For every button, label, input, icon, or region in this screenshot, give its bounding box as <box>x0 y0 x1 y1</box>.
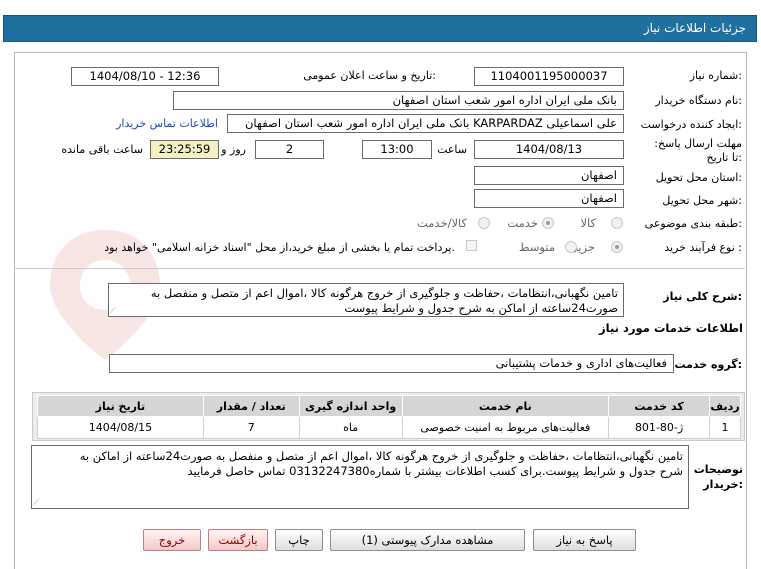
process-medium-radio[interactable] <box>565 241 577 253</box>
process-minor-radio[interactable] <box>611 241 623 253</box>
col-need-date: تاریخ نیاز <box>37 395 204 417</box>
province-field: اصفهان <box>474 166 624 185</box>
category-goods-service-label: کالا/خدمت <box>416 216 467 230</box>
days-label: روز و <box>221 143 246 156</box>
summary-textarea: تامین نگهبانی،انتظامات ،حفاظت و جلوگیری … <box>108 283 624 317</box>
process-medium-label: متوسط <box>518 240 555 254</box>
treasury-payment-note: پرداخت تمام یا بخشی از مبلغ خرید،از محل … <box>104 241 455 254</box>
deadline-date-field: 1404/08/13 <box>474 140 624 159</box>
buyer-field: بانک ملی ایران اداره امور شعب استان اصفه… <box>173 91 624 110</box>
view-attachments-button[interactable]: مشاهده مدارک پیوستی (1) <box>330 529 525 551</box>
deadline-label: مهلت ارسال پاسخ: تا تاریخ: <box>654 137 742 164</box>
city-field: اصفهان <box>474 189 624 208</box>
category-service-radio[interactable] <box>542 217 554 229</box>
buyer-notes-line-2: شرح جدول و شرایط پیوست.برای کسب اطلاعات … <box>187 464 683 478</box>
remaining-time-label: ساعت باقی مانده <box>61 143 143 156</box>
col-quantity: تعداد / مقدار <box>202 395 300 417</box>
table-row: 1 ژ-80-801 فعالیت‌های مربوط به امنیت خصو… <box>37 416 741 439</box>
city-label: شهر محل تحویل: <box>662 194 742 207</box>
divider <box>15 268 745 269</box>
cell-need-date: 1404/08/15 <box>37 416 204 439</box>
back-button[interactable]: بازگشت <box>208 529 268 551</box>
cell-unit: ماه <box>298 416 403 439</box>
cell-service-code: ژ-80-801 <box>608 416 711 439</box>
col-service-name: نام خدمت <box>401 395 610 417</box>
process-label: نوع فرآیند خرید : <box>664 241 742 254</box>
buyer-notes-textarea: تامین نگهبانی،انتظامات ،حفاظت و جلوگیری … <box>31 445 689 509</box>
province-label: استان محل تحویل: <box>655 171 742 184</box>
col-service-code: کد خدمت <box>608 395 711 417</box>
treasury-payment-checkbox[interactable] <box>466 240 477 251</box>
table-header-row: ردیف کد خدمت نام خدمت واحد اندازه گیری ت… <box>37 395 741 417</box>
cell-service-name: فعالیت‌های مربوط به امنیت خصوصی <box>401 416 610 439</box>
col-unit: واحد اندازه گیری <box>298 395 403 417</box>
page-title: جزئیات اطلاعات نیاز <box>643 21 746 35</box>
resize-grip-icon: ⟋ <box>33 498 39 507</box>
need-number-label: شماره نیاز: <box>689 69 742 82</box>
services-section-title: اطلاعات خدمات مورد نیاز <box>599 321 743 335</box>
header-bar: جزئیات اطلاعات نیاز <box>3 15 757 42</box>
service-group-field: فعالیت‌های اداری و خدمات پشتیبانی <box>109 354 674 373</box>
service-group-label: گروه خدمت: <box>674 358 742 371</box>
cell-quantity: 7 <box>202 416 300 439</box>
resize-grip-icon: ⟋ <box>110 306 116 315</box>
category-goods-label: کالا <box>580 216 596 230</box>
deadline-time-field: 13:00 <box>362 140 432 159</box>
page-header: جزئیات اطلاعات نیاز <box>0 0 761 44</box>
summary-label: شرح کلی نیاز: <box>663 290 742 303</box>
buyer-label: نام دستگاه خریدار: <box>655 94 742 107</box>
category-goods-service-radio[interactable] <box>478 217 490 229</box>
creator-field: علی اسماعیلی KARPARDAZ بانک ملی ایران اد… <box>227 114 624 133</box>
exit-button[interactable]: خروج <box>143 529 201 551</box>
category-goods-radio[interactable] <box>611 217 623 229</box>
remaining-time-field: 23:25:59 <box>150 140 219 159</box>
category-service-label: خدمت <box>507 216 538 230</box>
buyer-notes-label: توضیحات خریدار: <box>693 463 743 491</box>
deadline-time-label: ساعت <box>437 143 467 156</box>
category-label: طبقه بندی موضوعی: <box>644 217 742 230</box>
announce-date-field: 1404/08/10 - 12:36 <box>71 67 219 86</box>
services-table: ردیف کد خدمت نام خدمت واحد اندازه گیری ت… <box>37 395 741 439</box>
need-number-field: 1104001195000037 <box>474 67 624 86</box>
buyer-notes-line-1: تامین نگهبانی،انتظامات ،حفاظت و جلوگیری … <box>79 449 683 463</box>
creator-label: ایجاد کننده درخواست: <box>640 118 742 131</box>
summary-line-2: صورت24ساعته از اماکن به شرح جدول و شرایط… <box>344 301 618 315</box>
cell-row-number: 1 <box>709 416 741 439</box>
buyer-contact-link[interactable]: اطلاعات تماس خریدار <box>116 117 218 130</box>
days-remaining-field: 2 <box>255 140 324 159</box>
summary-line-1: تامین نگهبانی،انتظامات ،حفاظت و جلوگیری … <box>150 286 618 300</box>
announce-date-label: تاریخ و ساعت اعلان عمومی: <box>303 69 436 82</box>
print-button[interactable]: چاپ <box>275 529 323 551</box>
reply-button[interactable]: پاسخ به نیاز <box>533 529 636 551</box>
col-row-number: ردیف <box>709 395 741 417</box>
